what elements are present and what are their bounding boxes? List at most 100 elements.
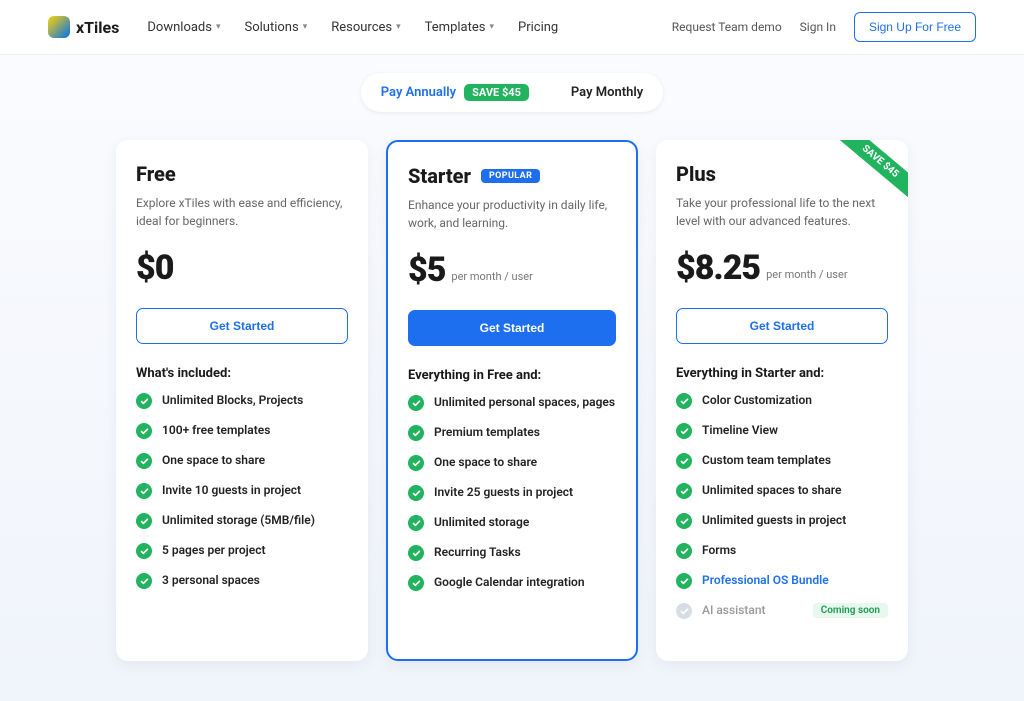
feature-row: Unlimited spaces to share [676, 483, 888, 499]
check-icon [136, 453, 152, 469]
popular-badge: POPULAR [481, 169, 540, 183]
feature-text: Forms [702, 543, 736, 557]
sign-in-link[interactable]: Sign In [800, 20, 836, 34]
feature-row: Unlimited storage (5MB/file) [136, 513, 348, 529]
feature-text: 5 pages per project [162, 543, 265, 557]
nav-item-pricing[interactable]: Pricing [518, 20, 558, 35]
main-nav: Downloads▾Solutions▾Resources▾Templates▾… [147, 20, 558, 35]
feature-text: Premium templates [434, 425, 540, 439]
coming-soon-badge: Coming soon [813, 603, 888, 618]
nav-label: Templates [425, 20, 486, 35]
check-icon [136, 543, 152, 559]
check-icon [136, 513, 152, 529]
check-icon [136, 423, 152, 439]
price-row: $0 [136, 248, 348, 288]
plan-name: Plus [676, 162, 888, 186]
check-icon [676, 483, 692, 499]
price-row: $8.25per month / user [676, 248, 888, 288]
plan-name: Free [136, 162, 348, 186]
plan-description: Explore xTiles with ease and efficiency,… [136, 194, 348, 230]
plan-name: Starter POPULAR [408, 164, 616, 188]
price-period: per month / user [766, 268, 847, 288]
feature-row: One space to share [408, 455, 616, 471]
save-badge: SAVE $45 [464, 84, 529, 101]
get-started-button[interactable]: Get Started [408, 310, 616, 346]
feature-row: Color Customization [676, 393, 888, 409]
billing-toggle: Pay Annually SAVE $45 Pay Monthly [361, 73, 663, 112]
toggle-annually[interactable]: Pay Annually SAVE $45 [365, 77, 545, 108]
feature-row: Unlimited Blocks, Projects [136, 393, 348, 409]
feature-row: 100+ free templates [136, 423, 348, 439]
plan-name-text: Free [136, 162, 176, 186]
check-icon [136, 573, 152, 589]
logo-icon [48, 16, 70, 38]
check-icon [676, 573, 692, 589]
nav-label: Downloads [147, 20, 212, 35]
get-started-button[interactable]: Get Started [136, 308, 348, 344]
feature-row: Forms [676, 543, 888, 559]
feature-row: Recurring Tasks [408, 545, 616, 561]
feature-text: Unlimited guests in project [702, 513, 846, 527]
included-title: Everything in Free and: [408, 368, 616, 383]
feature-text: Custom team templates [702, 453, 831, 467]
feature-row: Invite 25 guests in project [408, 485, 616, 501]
nav-item-resources[interactable]: Resources ▾ [331, 20, 400, 35]
toggle-monthly-label: Pay Monthly [571, 85, 643, 100]
feature-text: AI assistant [702, 603, 766, 617]
nav-label: Resources [331, 20, 392, 35]
nav-label: Solutions [245, 20, 299, 35]
feature-text: Invite 10 guests in project [162, 483, 301, 497]
feature-text: One space to share [162, 453, 265, 467]
feature-row[interactable]: Professional OS Bundle [676, 573, 888, 589]
check-icon [676, 393, 692, 409]
get-started-button[interactable]: Get Started [676, 308, 888, 344]
feature-text: Invite 25 guests in project [434, 485, 573, 499]
check-icon [136, 483, 152, 499]
check-icon [136, 393, 152, 409]
check-icon [408, 485, 424, 501]
nav-item-solutions[interactable]: Solutions ▾ [245, 20, 308, 35]
nav-item-downloads[interactable]: Downloads ▾ [147, 20, 220, 35]
plan-name-text: Starter [408, 164, 471, 188]
check-icon [676, 453, 692, 469]
chevron-down-icon: ▾ [216, 22, 221, 32]
feature-row: Google Calendar integration [408, 575, 616, 591]
chevron-down-icon: ▾ [396, 22, 401, 32]
feature-text: Timeline View [702, 423, 778, 437]
price-period: per month / user [451, 270, 532, 290]
request-demo-link[interactable]: Request Team demo [672, 20, 782, 34]
chevron-down-icon: ▾ [303, 22, 308, 32]
header: xTiles Downloads▾Solutions▾Resources▾Tem… [0, 0, 1024, 55]
feature-row: Invite 10 guests in project [136, 483, 348, 499]
pricing-plans: Free Explore xTiles with ease and efficie… [0, 112, 1024, 701]
feature-row: Timeline View [676, 423, 888, 439]
plan-card-starter: StarterPOPULAREnhance your productivity … [386, 140, 638, 661]
nav-item-templates[interactable]: Templates▾ [425, 20, 494, 35]
feature-text: 3 personal spaces [162, 573, 260, 587]
check-icon [408, 455, 424, 471]
header-right: Request Team demo Sign In Sign Up For Fr… [672, 12, 976, 42]
feature-text: Unlimited storage (5MB/file) [162, 513, 315, 527]
nav-label: Pricing [518, 20, 558, 35]
logo[interactable]: xTiles [48, 16, 119, 38]
price-value: $5 [408, 250, 445, 290]
check-icon [408, 425, 424, 441]
brand-name: xTiles [76, 18, 119, 37]
feature-row: 3 personal spaces [136, 573, 348, 589]
feature-text: Google Calendar integration [434, 575, 585, 589]
feature-text: One space to share [434, 455, 537, 469]
toggle-monthly[interactable]: Pay Monthly [555, 78, 659, 107]
sign-up-button[interactable]: Sign Up For Free [854, 12, 976, 42]
feature-row: One space to share [136, 453, 348, 469]
plan-description: Take your professional life to the next … [676, 194, 888, 230]
check-icon [676, 513, 692, 529]
check-icon [408, 575, 424, 591]
feature-text: Unlimited Blocks, Projects [162, 393, 303, 407]
feature-row: Unlimited guests in project [676, 513, 888, 529]
check-icon [408, 395, 424, 411]
included-title: Everything in Starter and: [676, 366, 888, 381]
chevron-down-icon: ▾ [489, 22, 494, 32]
check-icon [408, 545, 424, 561]
feature-text: 100+ free templates [162, 423, 270, 437]
feature-text: Color Customization [702, 393, 812, 407]
